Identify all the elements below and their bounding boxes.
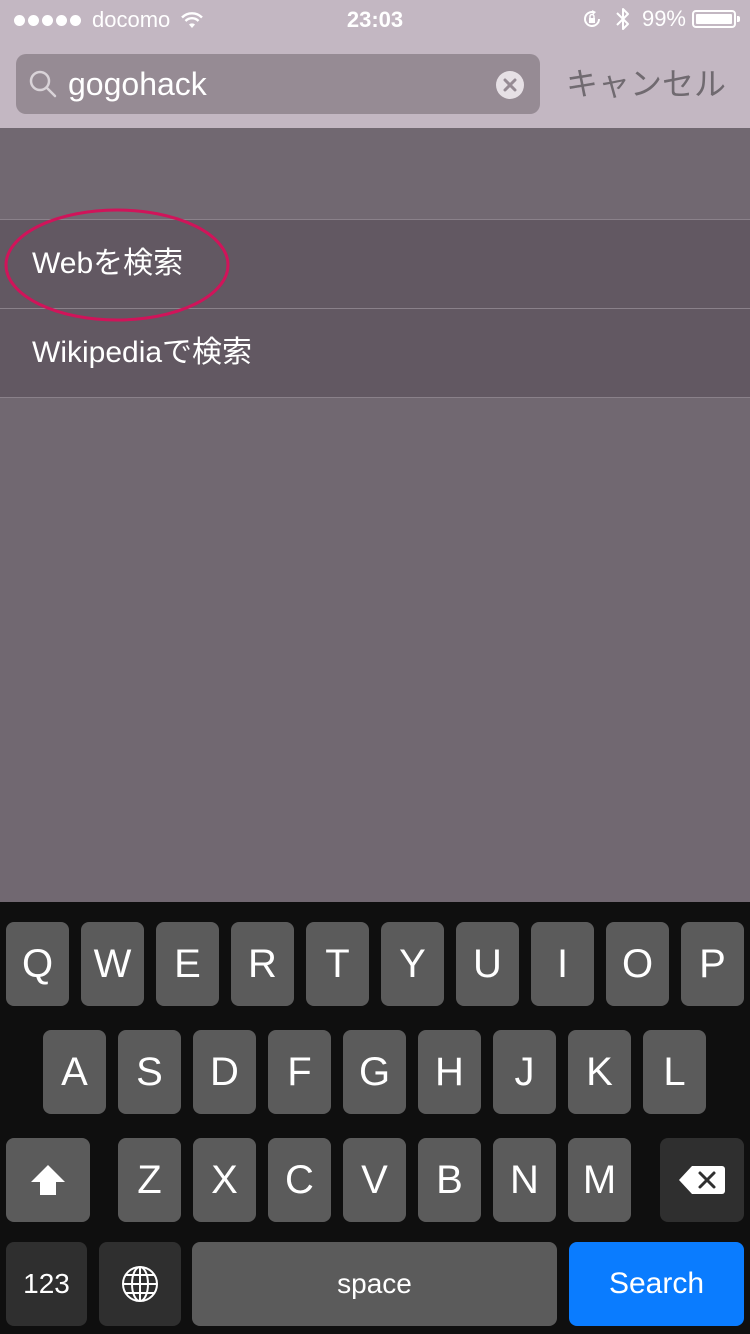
key-e[interactable]: E [156,922,219,1006]
bluetooth-icon [616,8,629,30]
key-c[interactable]: C [268,1138,331,1222]
delete-key[interactable] [660,1138,744,1222]
key-s[interactable]: S [118,1030,181,1114]
keyboard: Q W E R T Y U I O P A S D F G H J K L Z … [0,902,750,1334]
globe-icon [122,1266,158,1302]
battery-percentage: 99% [641,6,686,31]
key-r[interactable]: R [231,922,294,1006]
key-m[interactable]: M [568,1138,631,1222]
key-l[interactable]: L [643,1030,706,1114]
key-h[interactable]: H [418,1030,481,1114]
highlight-circle-annotation [4,208,230,322]
search-key[interactable]: Search [569,1242,744,1326]
top-bar: docomo 23:03 99% gogohack キャンセル [0,0,750,128]
key-w[interactable]: W [81,922,144,1006]
key-y[interactable]: Y [381,922,444,1006]
key-f[interactable]: F [268,1030,331,1114]
status-bar: docomo 23:03 99% [0,0,750,40]
key-a[interactable]: A [43,1030,106,1114]
backspace-icon [679,1166,725,1194]
key-u[interactable]: U [456,922,519,1006]
key-x[interactable]: X [193,1138,256,1222]
key-q[interactable]: Q [6,922,69,1006]
cancel-button[interactable]: キャンセル [566,54,726,114]
search-query-text[interactable]: gogohack [68,54,207,114]
shift-key[interactable] [6,1138,90,1222]
numbers-key[interactable]: 123 [6,1242,87,1326]
battery-icon [692,10,740,28]
key-o[interactable]: O [606,922,669,1006]
key-n[interactable]: N [493,1138,556,1222]
close-icon [503,78,517,92]
clear-search-button[interactable] [496,71,524,99]
key-p[interactable]: P [681,922,744,1006]
search-wikipedia-label: Wikipediaで検索 [32,336,253,369]
search-icon [29,70,57,98]
shift-icon [31,1165,65,1195]
key-v[interactable]: V [343,1138,406,1222]
key-k[interactable]: K [568,1030,631,1114]
globe-key[interactable] [99,1242,181,1326]
key-z[interactable]: Z [118,1138,181,1222]
search-input[interactable]: gogohack [16,54,540,114]
key-j[interactable]: J [493,1030,556,1114]
key-i[interactable]: I [531,922,594,1006]
space-key[interactable]: space [192,1242,557,1326]
key-b[interactable]: B [418,1138,481,1222]
key-g[interactable]: G [343,1030,406,1114]
key-t[interactable]: T [306,922,369,1006]
orientation-lock-icon [583,10,600,27]
key-d[interactable]: D [193,1030,256,1114]
